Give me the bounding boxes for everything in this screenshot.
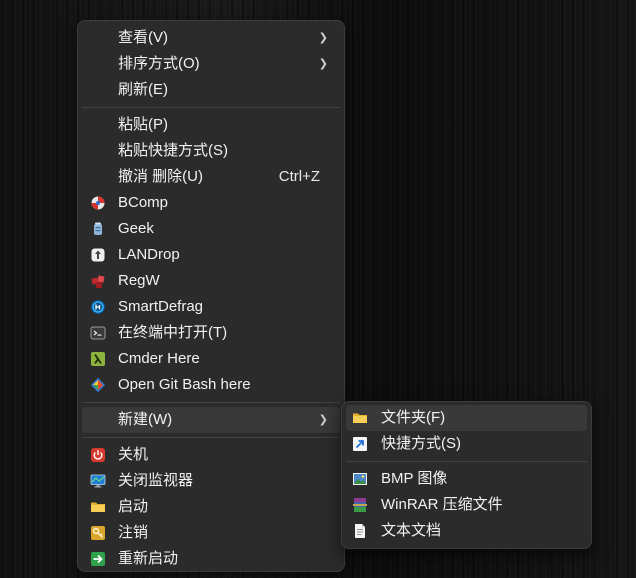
submenu-item-shortcut[interactable]: 快捷方式(S)	[346, 431, 587, 457]
menu-separator	[82, 402, 340, 403]
menu-item-label: 关机	[118, 446, 149, 463]
menu-item-label: 粘贴快捷方式(S)	[118, 142, 228, 159]
menu-item-git-bash[interactable]: Open Git Bash here	[82, 372, 340, 398]
menu-separator	[82, 107, 340, 108]
chevron-right-icon: ❯	[318, 32, 328, 44]
menu-item-startup[interactable]: 启动	[82, 494, 340, 520]
winrar-icon	[352, 497, 368, 513]
menu-item-refresh[interactable]: 刷新(E)	[82, 77, 340, 103]
menu-item-logoff[interactable]: 注销	[82, 520, 340, 546]
monitor-icon	[90, 473, 106, 489]
menu-item-label: LANDrop	[118, 246, 180, 263]
menu-separator	[346, 461, 587, 462]
menu-item-label: BComp	[118, 194, 169, 211]
menu-item-geek[interactable]: Geek	[82, 216, 340, 242]
menu-item-label: 启动	[118, 498, 149, 515]
menu-item-label: Cmder Here	[118, 350, 200, 367]
menu-item-label: 文件夹(F)	[381, 409, 446, 426]
menu-item-label: 粘贴(P)	[118, 116, 168, 133]
menu-item-label: RegW	[118, 272, 160, 289]
menu-item-regw[interactable]: RegW	[82, 268, 340, 294]
menu-item-open-terminal[interactable]: 在终端中打开(T)	[82, 320, 340, 346]
bmp-image-icon	[352, 471, 368, 487]
git-icon	[90, 377, 106, 393]
landrop-icon	[90, 247, 106, 263]
cmder-icon	[90, 351, 106, 367]
regw-icon	[90, 273, 106, 289]
submenu-item-folder[interactable]: 文件夹(F)	[346, 405, 587, 431]
submenu-item-winrar[interactable]: WinRAR 压缩文件	[346, 492, 587, 518]
submenu-item-bmp[interactable]: BMP 图像	[346, 466, 587, 492]
menu-separator	[82, 437, 340, 438]
menu-item-label: 新建(W)	[118, 411, 173, 428]
menu-item-monitor-off[interactable]: 关闭监视器	[82, 468, 340, 494]
menu-item-landrop[interactable]: LANDrop	[82, 242, 340, 268]
menu-item-label: SmartDefrag	[118, 298, 204, 315]
menu-item-label: Geek	[118, 220, 154, 237]
menu-item-bcomp[interactable]: BComp	[82, 190, 340, 216]
menu-item-label: 注销	[118, 524, 149, 541]
menu-item-new[interactable]: 新建(W) ❯	[82, 407, 340, 433]
text-document-icon	[352, 523, 368, 539]
menu-item-undo-delete[interactable]: 撤消 删除(U) Ctrl+Z	[82, 164, 340, 190]
menu-item-label: WinRAR 压缩文件	[381, 496, 503, 513]
menu-item-sort[interactable]: 排序方式(O) ❯	[82, 51, 340, 77]
chevron-right-icon: ❯	[318, 414, 328, 426]
menu-item-label: 刷新(E)	[118, 81, 168, 98]
chevron-right-icon: ❯	[318, 58, 328, 70]
menu-item-paste-shortcut[interactable]: 粘贴快捷方式(S)	[82, 138, 340, 164]
menu-item-label: Open Git Bash here	[118, 376, 251, 393]
menu-item-smartdefrag[interactable]: SmartDefrag	[82, 294, 340, 320]
menu-item-cmder[interactable]: Cmder Here	[82, 346, 340, 372]
menu-item-label: 文本文档	[381, 522, 442, 539]
folder-icon	[352, 410, 368, 426]
shortcut-arrow-icon	[352, 436, 368, 452]
restart-arrow-icon	[90, 551, 106, 567]
menu-item-label: BMP 图像	[381, 470, 448, 487]
keyboard-shortcut: Ctrl+Z	[278, 168, 320, 185]
menu-item-paste[interactable]: 粘贴(P)	[82, 112, 340, 138]
smartdefrag-icon	[90, 299, 106, 315]
key-icon	[90, 525, 106, 541]
menu-item-label: 重新启动	[118, 550, 179, 567]
submenu-item-text[interactable]: 文本文档	[346, 518, 587, 544]
menu-item-label: 关闭监视器	[118, 472, 194, 489]
terminal-icon	[90, 325, 106, 341]
desktop-context-menu: 查看(V) ❯ 排序方式(O) ❯ 刷新(E) 粘贴(P) 粘贴快捷方式(S) …	[77, 20, 345, 572]
menu-item-label: 排序方式(O)	[118, 55, 200, 72]
menu-item-view[interactable]: 查看(V) ❯	[82, 25, 340, 51]
menu-item-label: 在终端中打开(T)	[118, 324, 228, 341]
folder-icon	[90, 499, 106, 515]
geek-icon	[90, 221, 106, 237]
menu-item-restart[interactable]: 重新启动	[82, 546, 340, 572]
menu-item-label: 快捷方式(S)	[381, 435, 461, 452]
menu-item-shutdown[interactable]: 关机	[82, 442, 340, 468]
bcomp-icon	[90, 195, 106, 211]
menu-item-label: 撤消 删除(U)	[118, 168, 203, 185]
power-icon	[90, 447, 106, 463]
menu-item-label: 查看(V)	[118, 29, 168, 46]
new-submenu: 文件夹(F) 快捷方式(S) BMP 图像 WinRAR 压缩文件 文本文档	[341, 401, 592, 549]
